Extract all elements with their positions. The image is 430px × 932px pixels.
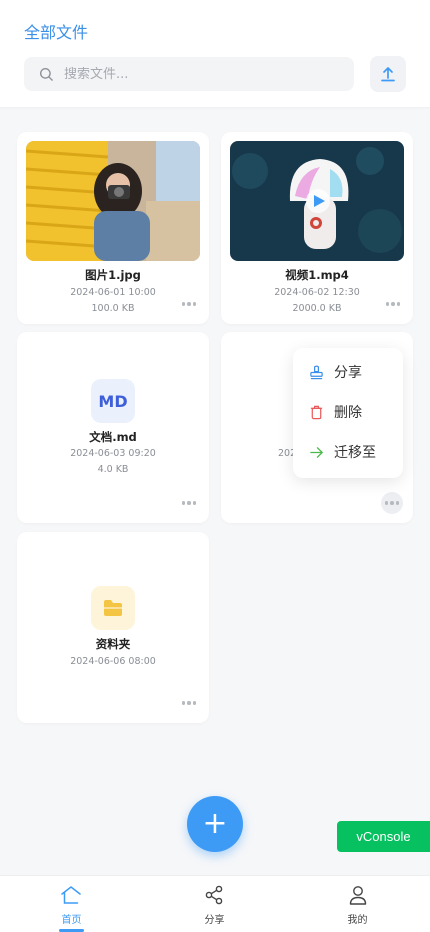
file-card-video[interactable]: 视频1.mp4 2024-06-02 12:30 2000.0 KB (221, 132, 413, 324)
tab-label: 分享 (204, 915, 225, 926)
search-box[interactable] (24, 57, 354, 91)
menu-item-move[interactable]: 迁移至 (309, 440, 376, 464)
file-card-image[interactable]: 图片1.jpg 2024-06-01 10:00 100.0 KB (17, 132, 209, 324)
search-icon (39, 67, 53, 81)
trash-icon (310, 405, 323, 419)
home-icon (61, 886, 81, 904)
context-menu: 分享 删除 迁移至 (293, 348, 403, 478)
tab-share[interactable]: 分享 (143, 876, 286, 932)
search-input[interactable] (64, 66, 314, 82)
file-name: 文档.md (89, 430, 137, 444)
upload-icon (381, 67, 395, 82)
more-button[interactable] (177, 294, 201, 314)
more-button[interactable] (381, 294, 405, 314)
tab-label: 首页 (61, 915, 82, 926)
page-title: 全部文件 (24, 23, 89, 42)
file-card-folder[interactable]: 资料夹 2024-06-06 08:00 (17, 532, 209, 723)
markdown-file-icon: MD (91, 379, 135, 423)
tab-label: 我的 (347, 915, 368, 926)
share-nodes-icon (205, 885, 223, 905)
menu-item-share[interactable]: 分享 (309, 360, 362, 384)
file-size: 4.0 KB (97, 464, 129, 475)
photo-thumbnail-graphic (26, 141, 200, 261)
file-date: 2024-06-03 09:20 (70, 448, 156, 459)
file-name: 资料夹 (95, 637, 131, 651)
user-icon (349, 886, 367, 905)
arrow-right-icon (310, 446, 323, 458)
menu-item-label: 迁移至 (334, 445, 376, 461)
file-name: 视频1.mp4 (285, 268, 349, 282)
file-card-markdown[interactable]: MD 文档.md 2024-06-03 09:20 4.0 KB (17, 332, 209, 523)
header: 全部文件 (0, 0, 430, 107)
tab-bar: 首页 分享 我的 (0, 875, 430, 932)
folder-glyph-icon (104, 600, 122, 616)
menu-item-delete[interactable]: 删除 (309, 400, 362, 424)
vconsole-button[interactable]: vConsole (337, 821, 430, 852)
more-button[interactable] (177, 493, 201, 513)
menu-item-label: 删除 (334, 405, 362, 421)
file-name: 图片1.jpg (85, 268, 141, 282)
image-thumbnail (26, 141, 200, 261)
upload-button[interactable] (370, 56, 406, 92)
file-date: 2024-06-06 08:00 (70, 656, 156, 667)
video-thumbnail-graphic (230, 141, 404, 261)
tab-home[interactable]: 首页 (0, 876, 143, 932)
menu-item-label: 分享 (334, 365, 362, 381)
share-stamp-icon (310, 365, 323, 379)
add-button[interactable]: + (187, 796, 243, 852)
tab-profile[interactable]: 我的 (286, 876, 429, 932)
more-button-active[interactable] (381, 492, 403, 514)
more-button[interactable] (177, 693, 201, 713)
folder-icon (91, 586, 135, 630)
video-thumbnail (230, 141, 404, 261)
